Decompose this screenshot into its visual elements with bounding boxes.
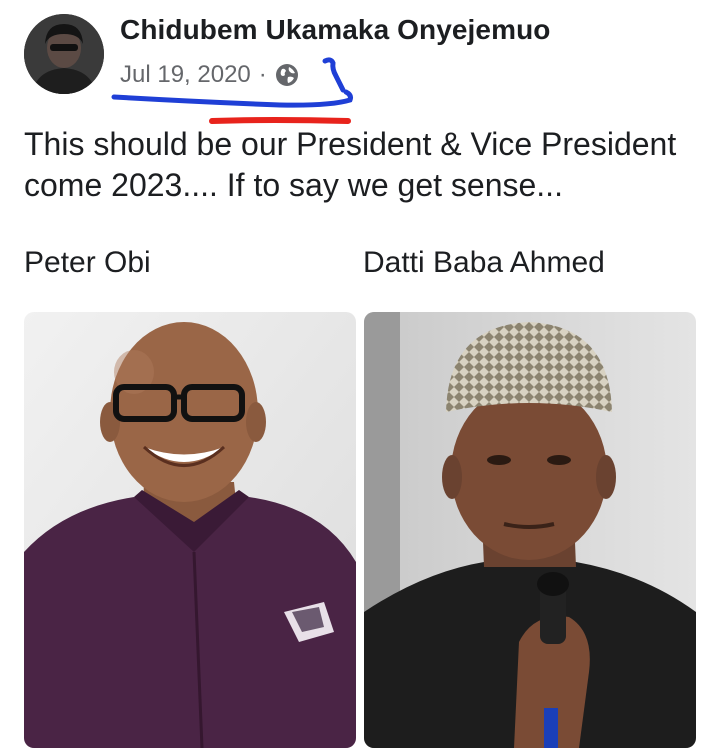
portrait-photo-right[interactable] (364, 312, 696, 748)
post-body: This should be our President & Vice Pres… (24, 124, 704, 206)
meta-separator: · (258, 61, 267, 88)
portrait-photo (364, 312, 696, 748)
author-avatar[interactable] (24, 14, 104, 94)
photo-caption-right: Datti Baba Ahmed (363, 246, 605, 279)
portrait-photo-left[interactable] (24, 312, 356, 748)
post-text-line: This should be our President & Vice Pres… (24, 126, 677, 162)
author-name-link[interactable]: Chidubem Ukamaka Onyejemuo (120, 14, 551, 46)
post-meta: Jul 19, 2020 · (120, 60, 299, 90)
portrait-photo (24, 312, 356, 748)
post-timestamp-link[interactable]: Jul 19, 2020 (120, 61, 251, 89)
globe-icon[interactable] (275, 63, 299, 87)
photo-caption-left: Peter Obi (24, 246, 151, 279)
avatar-portrait-icon (24, 14, 104, 94)
post-text-line: come 2023.... If to say we get sense... (24, 167, 563, 203)
